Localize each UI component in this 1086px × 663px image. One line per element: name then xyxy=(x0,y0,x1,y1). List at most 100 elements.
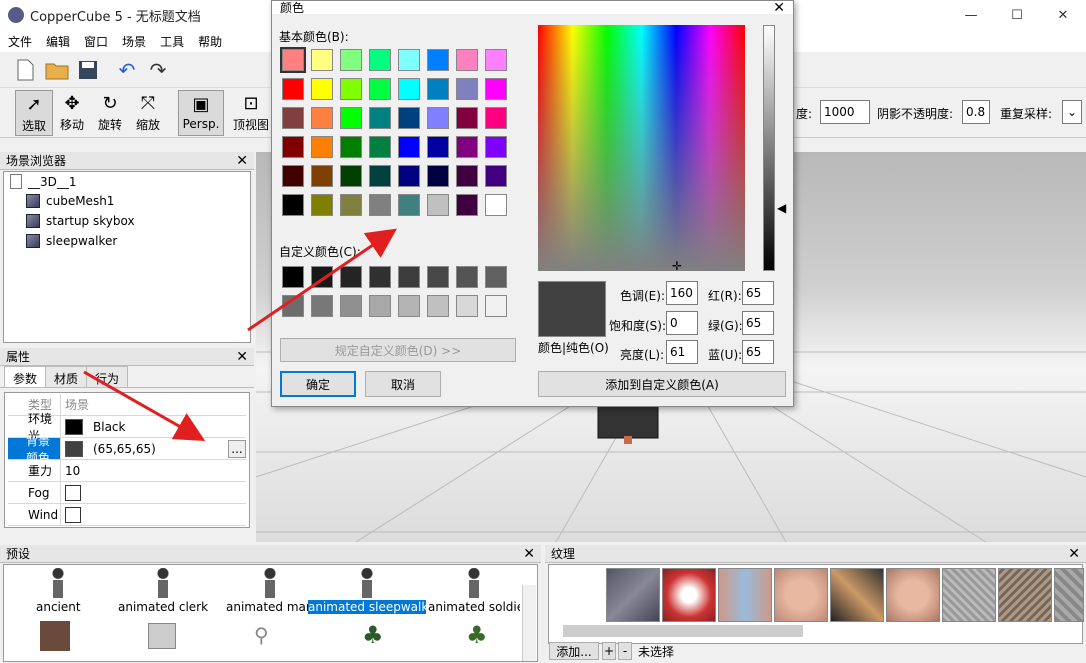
new-file-icon[interactable] xyxy=(12,57,38,83)
color-swatch[interactable] xyxy=(485,49,507,71)
color-swatch[interactable] xyxy=(427,165,449,187)
color-swatch[interactable] xyxy=(340,165,362,187)
color-swatch[interactable] xyxy=(280,47,306,73)
color-swatch[interactable] xyxy=(311,194,333,216)
open-folder-icon[interactable] xyxy=(44,57,70,83)
color-swatch[interactable] xyxy=(340,136,362,158)
color-swatch[interactable] xyxy=(282,136,304,158)
texture-thumbnail[interactable] xyxy=(662,568,716,622)
color-swatch[interactable] xyxy=(485,136,507,158)
list-item[interactable]: animated clerk xyxy=(118,568,208,614)
color-swatch[interactable] xyxy=(485,78,507,100)
color-swatch[interactable] xyxy=(340,194,362,216)
color-swatch[interactable] xyxy=(340,49,362,71)
minus-button[interactable]: - xyxy=(618,642,632,660)
color-swatch[interactable] xyxy=(311,295,333,317)
color-swatch[interactable] xyxy=(456,107,478,129)
list-item[interactable]: animated man xyxy=(226,568,314,614)
color-swatch[interactable] xyxy=(282,194,304,216)
texture-thumbnail[interactable] xyxy=(718,568,772,622)
color-swatch[interactable] xyxy=(427,136,449,158)
menu-scene[interactable]: 场景 xyxy=(122,33,146,50)
menu-tools[interactable]: 工具 xyxy=(160,33,184,50)
define-custom-colors-button[interactable]: 规定自定义颜色(D) >> xyxy=(280,338,516,362)
color-swatch[interactable] xyxy=(456,266,478,288)
color-swatch[interactable] xyxy=(369,136,391,158)
tree-icon[interactable]: ♣ xyxy=(466,621,488,649)
color-swatch[interactable] xyxy=(427,49,449,71)
close-button[interactable]: ✕ xyxy=(1040,0,1086,30)
tree-icon[interactable]: ♣ xyxy=(362,621,384,649)
close-icon[interactable]: ✕ xyxy=(236,350,248,364)
color-swatch[interactable] xyxy=(427,107,449,129)
green-input[interactable]: 65 xyxy=(742,311,774,335)
color-swatch[interactable] xyxy=(456,49,478,71)
hue-input[interactable]: 160 xyxy=(666,281,698,305)
red-input[interactable]: 65 xyxy=(742,281,774,305)
color-swatch[interactable] xyxy=(427,295,449,317)
crosshair-icon[interactable]: ✛ xyxy=(672,260,682,272)
ok-button[interactable]: 确定 xyxy=(280,371,356,397)
texture-thumbnail[interactable] xyxy=(1054,568,1084,622)
color-swatch[interactable] xyxy=(398,194,420,216)
save-icon[interactable] xyxy=(75,57,101,83)
color-swatch[interactable] xyxy=(398,78,420,100)
color-swatch[interactable] xyxy=(369,295,391,317)
move-tool-button[interactable]: ✥ 移动 xyxy=(53,90,91,136)
color-swatch[interactable] xyxy=(485,266,507,288)
cancel-button[interactable]: 取消 xyxy=(365,371,441,397)
ellipsis-button[interactable]: ... xyxy=(228,439,246,458)
tree-item-sleepwalker[interactable]: sleepwalker xyxy=(26,234,117,248)
color-swatch[interactable] xyxy=(398,136,420,158)
color-swatch[interactable] xyxy=(369,107,391,129)
color-swatch[interactable] xyxy=(282,295,304,317)
texture-thumbnail[interactable] xyxy=(942,568,996,622)
top-view-button[interactable]: ⊡ 顶视图 xyxy=(230,90,272,136)
list-item[interactable]: animated sleepwalk xyxy=(308,568,426,617)
plus-button[interactable]: + xyxy=(602,642,616,660)
bicycle-icon[interactable]: ⚲ xyxy=(254,623,284,647)
house-icon[interactable] xyxy=(40,621,70,651)
color-swatch[interactable] xyxy=(369,266,391,288)
color-swatch[interactable] xyxy=(398,49,420,71)
close-icon[interactable]: ✕ xyxy=(523,547,535,561)
add-to-custom-colors-button[interactable]: 添加到自定义颜色(A) xyxy=(538,371,786,397)
color-swatch[interactable] xyxy=(485,107,507,129)
minimize-button[interactable]: — xyxy=(948,0,994,30)
color-swatch[interactable] xyxy=(456,165,478,187)
color-spectrum[interactable] xyxy=(538,25,745,271)
select-tool-button[interactable]: ➚ 选取 xyxy=(15,90,53,136)
color-swatch[interactable] xyxy=(485,295,507,317)
color-swatch[interactable] xyxy=(398,107,420,129)
wind-checkbox[interactable] xyxy=(65,506,81,523)
texture-thumbnail[interactable] xyxy=(998,568,1052,622)
color-swatch[interactable] xyxy=(427,78,449,100)
tree-item-skybox[interactable]: startup skybox xyxy=(26,214,135,228)
tree-item-cubemesh[interactable]: cubeMesh1 xyxy=(26,194,114,208)
menu-window[interactable]: 窗口 xyxy=(84,33,108,50)
list-item[interactable]: ancient xyxy=(36,568,81,614)
add-texture-button[interactable]: 添加... xyxy=(549,642,599,660)
texture-thumbnail[interactable] xyxy=(830,568,884,622)
color-swatch[interactable] xyxy=(311,78,333,100)
perspective-view-button[interactable]: ▣ Persp. xyxy=(178,90,224,136)
undo-icon[interactable]: ↶ xyxy=(114,57,140,83)
menu-file[interactable]: 文件 xyxy=(8,33,32,50)
texture-thumbnail[interactable] xyxy=(606,568,660,622)
color-swatch[interactable] xyxy=(311,266,333,288)
tree-item-root[interactable]: __3D__1 xyxy=(10,174,77,189)
list-item[interactable]: animated soldie xyxy=(428,568,520,614)
close-icon[interactable]: ✕ xyxy=(1068,547,1080,561)
color-swatch[interactable] xyxy=(340,295,362,317)
resample-dropdown[interactable]: ⌄ xyxy=(1062,100,1082,124)
tab-behavior[interactable]: 行为 xyxy=(86,366,129,387)
luminance-input[interactable]: 61 xyxy=(666,340,698,364)
dialog-close-button[interactable]: ✕ xyxy=(773,0,785,16)
color-swatch[interactable] xyxy=(282,107,304,129)
color-swatch[interactable] xyxy=(340,107,362,129)
table-row[interactable]: 重力 10 xyxy=(8,460,246,482)
color-swatch[interactable] xyxy=(311,165,333,187)
color-swatch[interactable] xyxy=(369,165,391,187)
color-swatch[interactable] xyxy=(427,194,449,216)
texture-thumbnail[interactable] xyxy=(886,568,940,622)
